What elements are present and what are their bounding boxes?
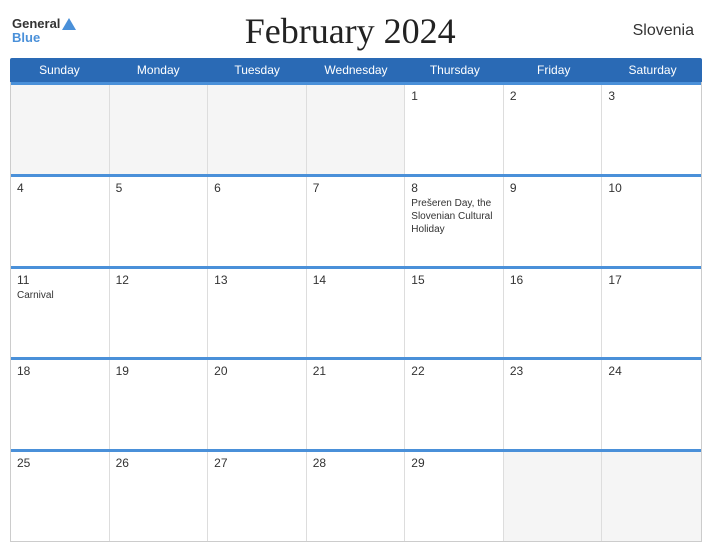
day-number: 19 <box>116 364 202 378</box>
day-header-thursday: Thursday <box>405 58 504 82</box>
day-cell: 17 <box>602 269 701 358</box>
day-cell: 22 <box>405 360 504 449</box>
day-cell: 10 <box>602 177 701 266</box>
day-cell: 26 <box>110 452 209 541</box>
day-cell: 7 <box>307 177 406 266</box>
day-cell: 14 <box>307 269 406 358</box>
day-number: 1 <box>411 89 497 103</box>
day-cell: 23 <box>504 360 603 449</box>
logo-triangle-icon <box>62 18 76 30</box>
day-number: 9 <box>510 181 596 195</box>
day-cell: 2 <box>504 85 603 174</box>
day-header-monday: Monday <box>109 58 208 82</box>
logo: General Blue <box>12 17 76 46</box>
logo-general-text: General <box>12 17 60 31</box>
day-number: 16 <box>510 273 596 287</box>
day-number: 14 <box>313 273 399 287</box>
day-number: 20 <box>214 364 300 378</box>
day-cell <box>208 85 307 174</box>
day-number: 28 <box>313 456 399 470</box>
calendar-header: General Blue February 2024 Slovenia <box>0 0 712 58</box>
day-number: 25 <box>17 456 103 470</box>
day-number: 10 <box>608 181 695 195</box>
day-number: 5 <box>116 181 202 195</box>
day-cell: 20 <box>208 360 307 449</box>
event-text: Prešeren Day, the Slovenian Cultural Hol… <box>411 197 497 236</box>
week-row-3: 18 19 20 21 22 23 24 <box>11 357 701 449</box>
day-number: 29 <box>411 456 497 470</box>
day-header-saturday: Saturday <box>603 58 702 82</box>
week-row-1: 45678 Prešeren Day, the Slovenian Cultura… <box>11 174 701 266</box>
day-cell: 21 <box>307 360 406 449</box>
day-cell: 4 <box>11 177 110 266</box>
day-cell: 28 <box>307 452 406 541</box>
week-row-2: 11 Carnival 12 13 14 15 16 17 <box>11 266 701 358</box>
day-number: 21 <box>313 364 399 378</box>
day-number: 24 <box>608 364 695 378</box>
day-header-wednesday: Wednesday <box>307 58 406 82</box>
day-cell: 5 <box>110 177 209 266</box>
days-header: SundayMondayTuesdayWednesdayThursdayFrid… <box>10 58 702 82</box>
day-cell: 27 <box>208 452 307 541</box>
day-cell <box>11 85 110 174</box>
day-number: 11 <box>17 273 103 287</box>
day-number: 26 <box>116 456 202 470</box>
day-cell <box>110 85 209 174</box>
day-cell: 3 <box>602 85 701 174</box>
day-cell: 1 <box>405 85 504 174</box>
day-number: 12 <box>116 273 202 287</box>
day-cell: 9 <box>504 177 603 266</box>
day-number: 22 <box>411 364 497 378</box>
day-cell: 24 <box>602 360 701 449</box>
day-cell: 8 Prešeren Day, the Slovenian Cultural Ho… <box>405 177 504 266</box>
day-number: 17 <box>608 273 695 287</box>
day-number: 23 <box>510 364 596 378</box>
day-cell: 15 <box>405 269 504 358</box>
day-cell: 18 <box>11 360 110 449</box>
day-number: 18 <box>17 364 103 378</box>
day-cell: 13 <box>208 269 307 358</box>
day-number: 2 <box>510 89 596 103</box>
logo-blue-text: Blue <box>12 31 40 45</box>
day-number: 3 <box>608 89 695 103</box>
day-cell <box>602 452 701 541</box>
day-number: 7 <box>313 181 399 195</box>
day-cell: 12 <box>110 269 209 358</box>
day-cell: 25 <box>11 452 110 541</box>
day-number: 13 <box>214 273 300 287</box>
day-header-tuesday: Tuesday <box>208 58 307 82</box>
weeks-container: 12345678Prešeren Day, the Slovenian Cult… <box>10 82 702 542</box>
day-header-sunday: Sunday <box>10 58 109 82</box>
day-number: 8 <box>411 181 497 195</box>
day-header-friday: Friday <box>504 58 603 82</box>
week-row-0: 123 <box>11 82 701 174</box>
day-number: 27 <box>214 456 300 470</box>
country-label: Slovenia <box>624 22 694 40</box>
day-cell: 11 Carnival <box>11 269 110 358</box>
day-cell: 19 <box>110 360 209 449</box>
day-number: 6 <box>214 181 300 195</box>
day-number: 4 <box>17 181 103 195</box>
day-cell: 29 <box>405 452 504 541</box>
day-cell: 6 <box>208 177 307 266</box>
day-number: 15 <box>411 273 497 287</box>
month-title: February 2024 <box>76 10 624 52</box>
day-cell <box>307 85 406 174</box>
event-text: Carnival <box>17 289 103 302</box>
day-cell <box>504 452 603 541</box>
calendar-grid: SundayMondayTuesdayWednesdayThursdayFrid… <box>0 58 712 550</box>
calendar-wrapper: General Blue February 2024 Slovenia Sund… <box>0 0 712 550</box>
week-row-4: 25 26 27 28 29 <box>11 449 701 541</box>
day-cell: 16 <box>504 269 603 358</box>
